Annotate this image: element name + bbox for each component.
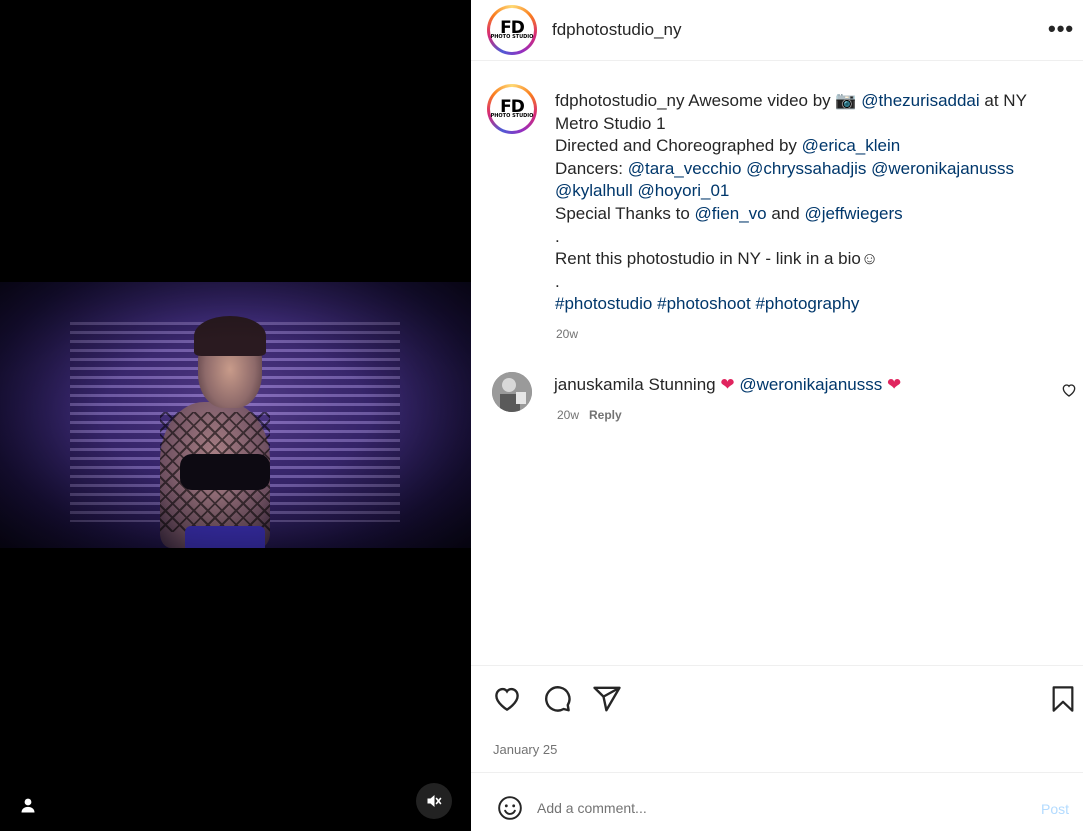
- mention-link[interactable]: @kylalhull: [555, 181, 633, 200]
- commenter-username-link[interactable]: januskamila: [554, 375, 644, 394]
- smiley-icon[interactable]: [497, 795, 523, 821]
- heart-emoji: ❤: [886, 375, 902, 394]
- person-icon: [21, 798, 35, 813]
- profile-avatar[interactable]: FD PHOTO STUDIO: [487, 5, 537, 55]
- mention-link[interactable]: @jeffwiegers: [804, 204, 902, 223]
- commenter-avatar[interactable]: [492, 372, 532, 412]
- comment-body: Stunning: [643, 375, 721, 394]
- video-frame[interactable]: [0, 282, 471, 548]
- caption-text: fdphotostudio_ny Awesome video by 📷 @the…: [555, 90, 1065, 316]
- caption-line2: Directed and Choreographed by: [555, 136, 802, 156]
- caption-line3: Dancers:: [555, 158, 628, 178]
- mention-link[interactable]: @tara_vecchio: [628, 159, 742, 178]
- avatar-logo: FD PHOTO STUDIO: [490, 8, 534, 52]
- mention-link[interactable]: @erica_klein: [802, 136, 901, 155]
- post-header: FD PHOTO STUDIO fdphotostudio_ny •••: [471, 0, 1083, 61]
- logo-text: FD: [500, 17, 525, 38]
- share-button[interactable]: [591, 683, 623, 715]
- more-options-button[interactable]: •••: [1048, 18, 1074, 40]
- comment-meta: 20w Reply: [557, 408, 622, 422]
- post-actions-bar: [471, 665, 1083, 731]
- mention-link[interactable]: @fien_vo: [695, 204, 767, 223]
- caption-line1: Awesome video by 📷: [684, 91, 862, 110]
- post-comment-button[interactable]: Post: [1041, 801, 1069, 817]
- caption-line4: Special Thanks to: [555, 203, 695, 223]
- caption-dot: .: [555, 271, 560, 291]
- caption-rent-line: Rent this photostudio in NY - link in a …: [555, 249, 879, 269]
- mention-link[interactable]: @chryssahadjis: [746, 159, 866, 178]
- video-vignette: [0, 282, 471, 548]
- hashtag-link[interactable]: #photostudio: [555, 294, 652, 313]
- comment-item: januskamila Stunning ❤ @weronikajanusss …: [471, 370, 1083, 430]
- heart-icon: [495, 687, 519, 712]
- heart-emoji: ❤: [720, 375, 735, 394]
- logo-subtext: PHOTO STUDIO: [490, 33, 534, 40]
- bookmark-icon: [1052, 686, 1074, 712]
- video-player[interactable]: [0, 0, 471, 831]
- reply-button[interactable]: Reply: [589, 408, 622, 422]
- hashtag-link[interactable]: #photoshoot: [657, 294, 751, 313]
- mention-link[interactable]: @hoyori_01: [637, 181, 729, 200]
- caption-logo-text: FD: [500, 96, 525, 117]
- caption-dot: .: [555, 226, 560, 246]
- comment-button[interactable]: [541, 683, 573, 715]
- hashtag-link[interactable]: #photography: [755, 294, 859, 313]
- paper-plane-icon: [593, 686, 621, 712]
- mute-toggle-button[interactable]: [416, 783, 452, 819]
- mention-link[interactable]: @thezurisaddai: [861, 91, 979, 110]
- speaker-muted-icon: [427, 795, 442, 807]
- comment-bubble-icon: [545, 686, 571, 712]
- caption-and: and: [766, 203, 805, 223]
- comment-text: januskamila Stunning ❤ @weronikajanusss …: [554, 374, 901, 396]
- caption-timestamp[interactable]: 20w: [556, 327, 578, 341]
- save-button[interactable]: [1047, 683, 1079, 715]
- like-button[interactable]: [491, 683, 523, 715]
- avatar-photo-icon: [492, 372, 532, 412]
- caption-logo-subtext: PHOTO STUDIO: [490, 112, 534, 119]
- comment-composer: Post: [471, 772, 1083, 831]
- post-date[interactable]: January 25: [493, 742, 557, 757]
- caption-username-link[interactable]: fdphotostudio_ny: [555, 91, 685, 110]
- caption-avatar[interactable]: FD PHOTO STUDIO: [487, 84, 537, 134]
- comment-input[interactable]: [537, 797, 1017, 819]
- header-username-link[interactable]: fdphotostudio_ny: [552, 20, 682, 40]
- mention-link[interactable]: @weronikajanusss: [871, 159, 1014, 178]
- comment-heart-icon[interactable]: [1061, 382, 1077, 398]
- comment-timestamp[interactable]: 20w: [557, 408, 579, 422]
- caption-avatar-logo: FD PHOTO STUDIO: [490, 87, 534, 131]
- tagged-users-button[interactable]: [14, 791, 42, 819]
- mention-link[interactable]: @weronikajanusss: [739, 375, 882, 394]
- post-panel: FD PHOTO STUDIO fdphotostudio_ny ••• FD …: [471, 0, 1083, 831]
